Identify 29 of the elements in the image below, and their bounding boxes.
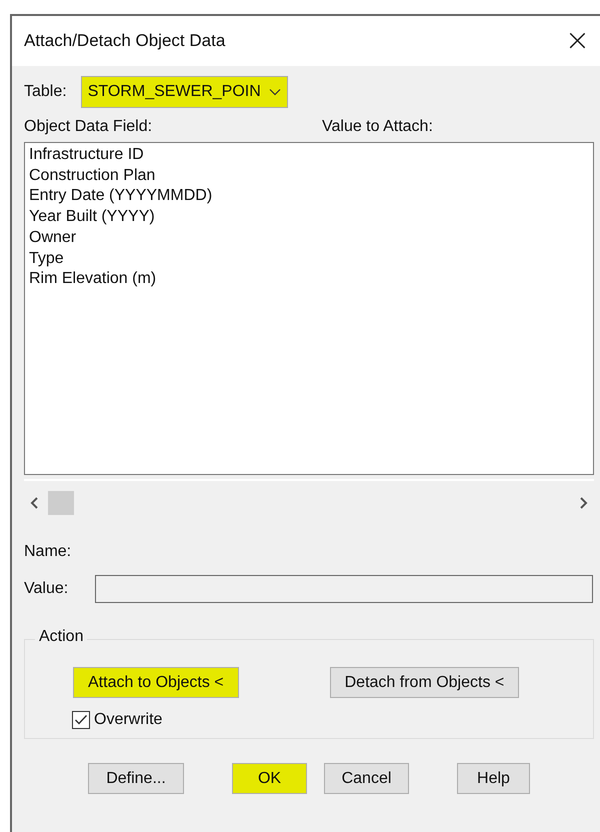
scroll-right-icon[interactable] — [578, 497, 588, 509]
list-item[interactable]: Owner — [29, 228, 589, 249]
value-field[interactable] — [95, 575, 593, 603]
caret-icon — [268, 88, 281, 96]
list-item[interactable]: Infrastructure ID — [29, 145, 589, 166]
close-button[interactable]: × — [554, 26, 600, 56]
list-item[interactable]: Rim Elevation (m) — [29, 269, 589, 290]
action-button[interactable]: Detach from Objects < — [330, 667, 520, 698]
scroll-thumb[interactable] — [48, 491, 74, 515]
checkbox-label: Overwrite — [94, 711, 162, 729]
checkbox[interactable] — [72, 711, 90, 729]
dialog-button[interactable]: OK — [232, 763, 307, 794]
table-label: Table: — [24, 83, 67, 101]
dialog-button[interactable]: Define... — [88, 763, 184, 794]
name-label: Name: — [24, 543, 72, 561]
list-item[interactable]: Year Built (YYYY) — [29, 207, 589, 228]
column-header: Value to Attach: — [322, 118, 433, 136]
scroll-left-icon[interactable] — [30, 497, 40, 509]
value-label: Value: — [24, 580, 70, 598]
list-item[interactable]: Construction Plan — [29, 166, 589, 186]
list-item[interactable]: Entry Date (YYYYMMDD) — [29, 186, 589, 208]
window-title: Attach/Detach Object Data — [24, 31, 226, 51]
column-header: Object Data Field: — [24, 118, 154, 136]
dialog-button[interactable]: Help — [457, 763, 530, 794]
table-dropdown[interactable]: STORM_SEWER_POIN — [80, 76, 288, 108]
dialog-button[interactable]: Cancel — [324, 763, 409, 794]
action-button[interactable]: Attach to Objects < — [73, 667, 239, 698]
field-list[interactable]: Infrastructure ID Construction Plan Entry Date (YYYYMMDD) Year Built (YYYY) Owner Type Rim Elevation (m) — [24, 142, 594, 475]
list-item[interactable]: Type — [29, 248, 589, 270]
